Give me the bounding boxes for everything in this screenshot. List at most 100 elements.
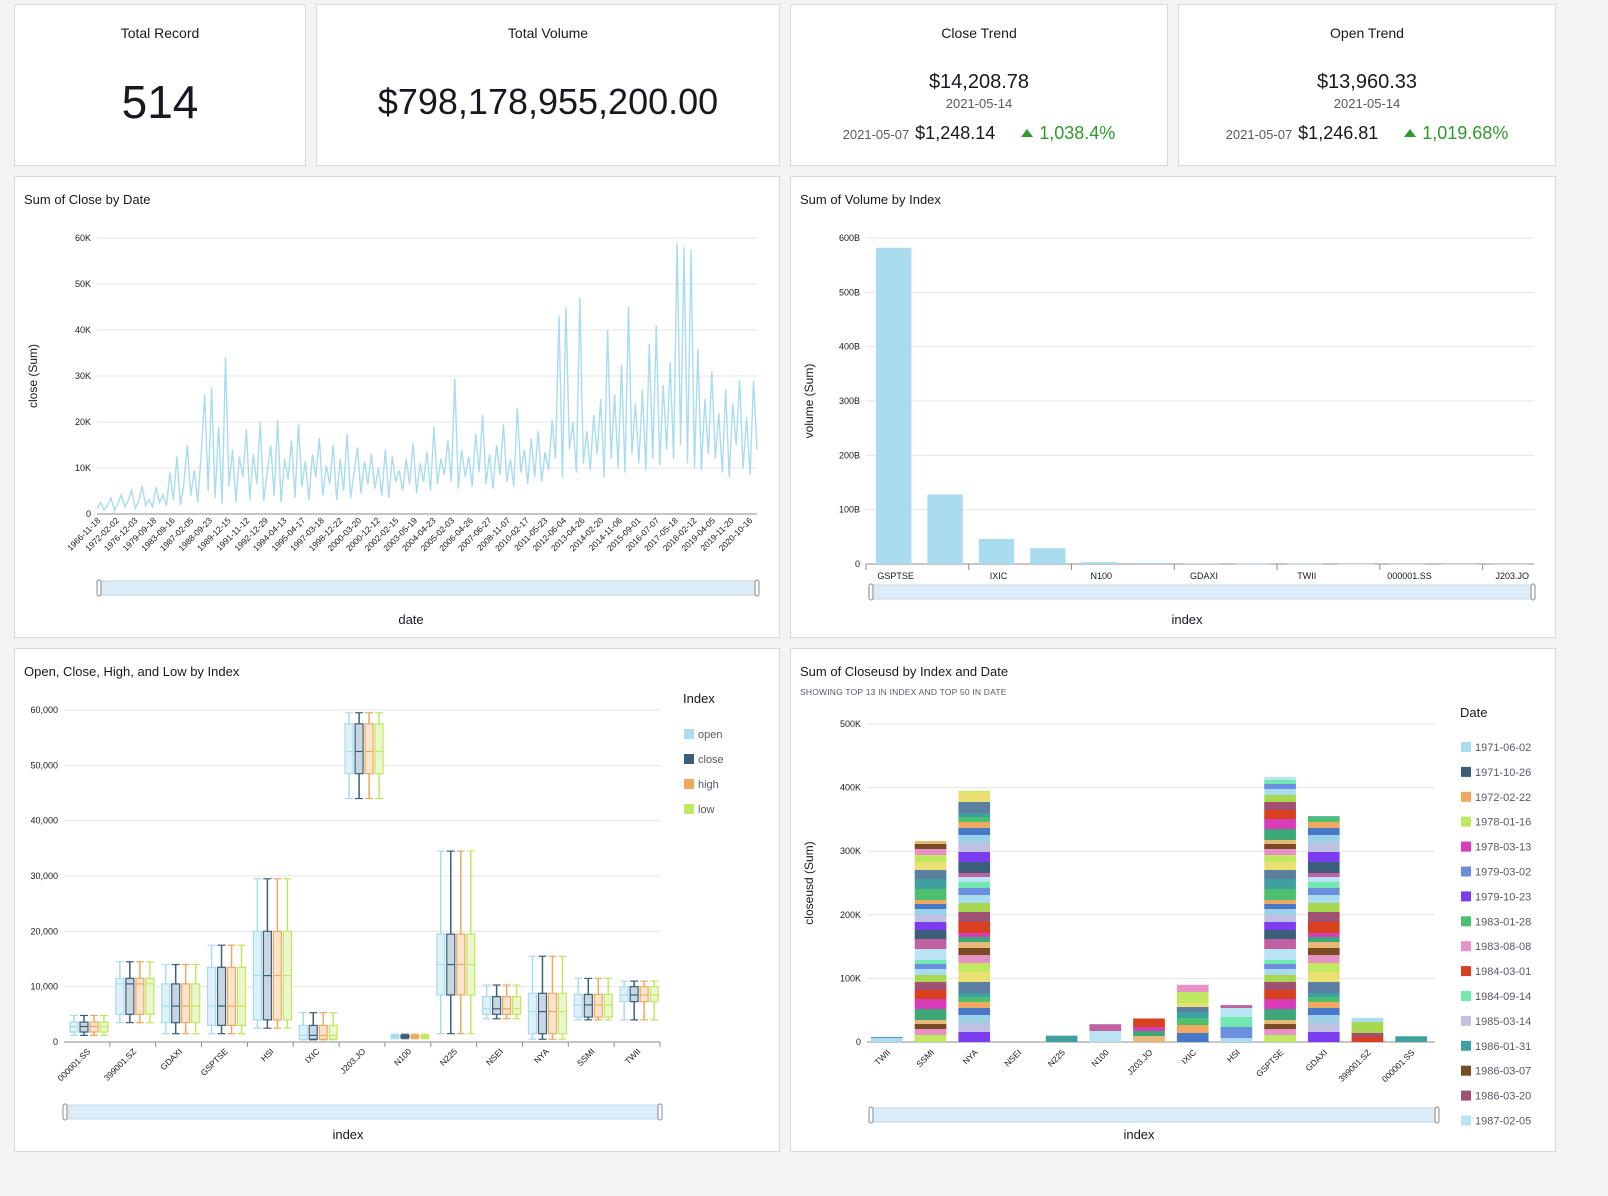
stack-segment	[1307, 862, 1340, 873]
scrollbar[interactable]	[868, 583, 1536, 601]
stack-segment	[914, 855, 947, 862]
kpi-value: 514	[121, 76, 199, 128]
x-tick-label: J203.JO	[1125, 1047, 1155, 1077]
x-tick-label: HSI	[259, 1046, 276, 1063]
box	[181, 983, 191, 1024]
y-tick-label: 40,000	[30, 816, 58, 826]
stack-segment	[914, 969, 947, 975]
chart-closeusd-by-index-date[interactable]: Sum of Closeusd by Index and Date SHOWIN…	[790, 648, 1556, 1152]
stack-segment	[871, 1038, 903, 1042]
bar	[978, 539, 1015, 564]
stack-segment	[1307, 997, 1340, 1002]
stack-segment	[1264, 879, 1296, 889]
kpi-title: Open Trend	[1330, 25, 1404, 41]
stack-segment	[958, 843, 991, 852]
x-tick-label: NSEI	[1002, 1047, 1023, 1068]
stack-segment	[914, 841, 947, 844]
stack-segment	[1264, 964, 1296, 969]
legend-swatch	[1461, 1040, 1471, 1051]
stack-segment	[1307, 933, 1340, 937]
box	[318, 1024, 328, 1040]
legend-label: 1986-03-20	[1475, 1091, 1531, 1103]
line-chart[interactable]: 010K20K30K40K50K60K1966-11-181972-02-021…	[15, 177, 779, 637]
stack-segment	[914, 849, 947, 855]
scroll-handle-right	[657, 1103, 663, 1121]
legend-label: 1972-02-22	[1475, 792, 1531, 804]
box	[364, 723, 374, 775]
stack-segment	[1264, 780, 1296, 784]
y-tick-label: 0	[53, 1037, 58, 1047]
box	[328, 1024, 338, 1040]
legend-swatch	[1461, 816, 1471, 827]
stack-segment	[958, 933, 991, 937]
x-tick-label: 000001.SS	[56, 1046, 93, 1083]
stack-segment	[1089, 1024, 1122, 1031]
scrollbar[interactable]	[96, 579, 760, 597]
bar-chart[interactable]: 0 100B 200B 300B 400B 500B 600B GSPTSE IXIC N100 G…	[791, 177, 1555, 637]
stack-segment	[1133, 1027, 1165, 1031]
box	[216, 966, 227, 1026]
stack-segment	[914, 900, 947, 904]
x-tick-label: GDAXI	[158, 1046, 184, 1072]
y-tick-label: 10,000	[30, 982, 58, 992]
scroll-handle-left	[96, 579, 102, 597]
box	[527, 992, 538, 1035]
stack-segment	[958, 1008, 991, 1015]
box	[492, 996, 502, 1015]
stack-segment	[1045, 1035, 1078, 1042]
x-tick-label: SSMI	[914, 1047, 936, 1069]
y-tick-label: 30,000	[30, 871, 58, 881]
x-tick-label: NYA	[532, 1046, 551, 1065]
y-tick-label: 60K	[75, 233, 91, 243]
stacked-bar-chart[interactable]: 0 100K 200K 300K 400K 500K TWII SSMI NYA NSEI N225…	[791, 649, 1555, 1151]
stack-segment	[1307, 1002, 1340, 1008]
legend-swatch	[1461, 941, 1471, 952]
legend-swatch	[1461, 1015, 1471, 1026]
stack-segment	[1264, 999, 1296, 1009]
scrollbar-track	[64, 1104, 661, 1120]
bar	[1389, 563, 1426, 565]
stack-segment	[958, 813, 991, 817]
stack-segment	[958, 1023, 991, 1032]
box	[649, 986, 659, 1003]
chart-volume-by-index[interactable]: Sum of Volume by Index 0 100B 200B 300B 400B…	[790, 176, 1556, 638]
legend-swatch	[684, 754, 694, 764]
stack-segment	[958, 882, 991, 888]
x-tick-label: GDAXI	[1303, 1047, 1329, 1073]
box	[226, 966, 237, 1026]
box-chart[interactable]: 0 10,000 20,000 30,000 40,000 50,000 60,000 000…	[15, 649, 779, 1151]
legend-label: 1971-06-02	[1475, 742, 1531, 754]
chart-close-by-date[interactable]: Sum of Close by Date 0 10K 20K 30K 40K 50K 60K…	[14, 176, 780, 638]
stack-segment	[914, 879, 947, 889]
bar	[1338, 563, 1374, 565]
stack-segment	[1264, 1020, 1296, 1024]
stack-segment	[914, 922, 947, 930]
stack-segment	[1264, 789, 1296, 795]
box	[557, 992, 568, 1035]
stack-segment	[1264, 849, 1296, 855]
bar	[927, 494, 963, 564]
stack-segment	[1264, 975, 1296, 982]
y-tick-label: 0	[86, 509, 91, 519]
bar	[1492, 563, 1528, 565]
stack-segment	[1264, 784, 1296, 789]
x-axis-title: index	[1171, 612, 1203, 627]
scrollbar[interactable]	[868, 1106, 1440, 1124]
chart-ohlc-by-index[interactable]: Open, Close, High, and Low by Index 0 10,…	[14, 648, 780, 1152]
scrollbar[interactable]	[62, 1103, 663, 1121]
y-tick-label: 20K	[75, 417, 91, 427]
legend-swatch	[684, 729, 694, 739]
legend-swatch	[1461, 966, 1471, 977]
legend-label: 1985-03-14	[1475, 1016, 1531, 1028]
stack-segment	[958, 948, 991, 955]
stack-segment	[914, 904, 947, 909]
legend-label: 1984-03-01	[1475, 966, 1531, 978]
bar	[1030, 548, 1066, 564]
kpi-date: 2021-05-14	[945, 96, 1013, 111]
stack-segment	[958, 862, 991, 873]
box	[298, 1024, 308, 1040]
box	[639, 986, 649, 1003]
box	[593, 993, 603, 1018]
trend-up-icon	[1021, 129, 1034, 137]
box	[308, 1024, 318, 1040]
